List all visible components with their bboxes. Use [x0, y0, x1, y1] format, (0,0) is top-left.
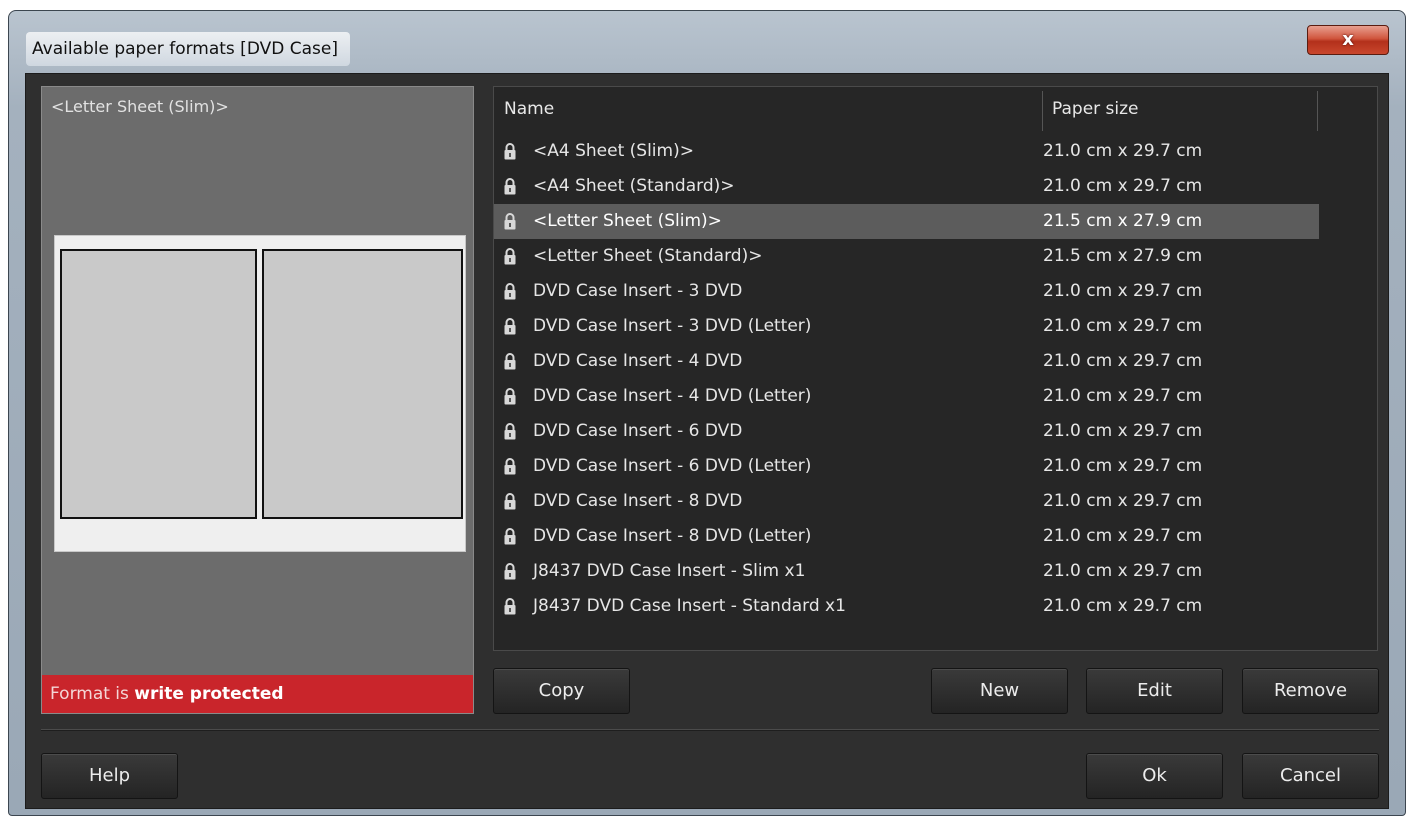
row-paper-size: 21.0 cm x 29.7 cm: [1043, 176, 1203, 196]
list-item[interactable]: <Letter Sheet (Standard)> 21.5 cm x 27.9 …: [494, 239, 1319, 274]
list-item[interactable]: J8437 DVD Case Insert - Slim x1 21.0 cm x…: [494, 554, 1319, 589]
list-header: Name Paper size: [494, 87, 1377, 131]
row-name: DVD Case Insert - 8 DVD (Letter): [533, 526, 812, 546]
list-item[interactable]: DVD Case Insert - 4 DVD (Letter) 21.0 cm …: [494, 379, 1319, 414]
row-name: J8437 DVD Case Insert - Slim x1: [533, 561, 806, 581]
column-header-name[interactable]: Name: [504, 99, 554, 119]
list-item[interactable]: <A4 Sheet (Standard)> 21.0 cm x 29.7 cm: [494, 169, 1319, 204]
paper-preview: [54, 235, 466, 552]
close-icon: x: [1342, 29, 1354, 50]
row-paper-size: 21.0 cm x 29.7 cm: [1043, 281, 1203, 301]
lock-icon: [504, 423, 516, 440]
write-protected-label: write protected: [134, 684, 284, 704]
lock-icon: [504, 598, 516, 615]
format-preview-panel: <Letter Sheet (Slim)> Format is write pr…: [41, 86, 474, 714]
window-title: Available paper formats [DVD Case]: [26, 32, 350, 66]
lock-icon: [504, 528, 516, 545]
row-paper-size: 21.5 cm x 27.9 cm: [1043, 246, 1203, 266]
lock-icon: [504, 143, 516, 160]
list-item[interactable]: DVD Case Insert - 4 DVD 21.0 cm x 29.7 cm: [494, 344, 1319, 379]
lock-icon: [504, 283, 516, 300]
insert-panel-right: [262, 249, 463, 519]
list-item[interactable]: <Letter Sheet (Slim)> 21.5 cm x 27.9 cm: [494, 204, 1319, 239]
edit-button[interactable]: Edit: [1086, 668, 1223, 714]
cancel-button[interactable]: Cancel: [1242, 753, 1379, 799]
row-name: DVD Case Insert - 4 DVD: [533, 351, 743, 371]
row-paper-size: 21.0 cm x 29.7 cm: [1043, 316, 1203, 336]
list-item[interactable]: DVD Case Insert - 8 DVD 21.0 cm x 29.7 cm: [494, 484, 1319, 519]
row-paper-size: 21.0 cm x 29.7 cm: [1043, 596, 1203, 616]
row-name: DVD Case Insert - 3 DVD: [533, 281, 743, 301]
row-paper-size: 21.0 cm x 29.7 cm: [1043, 456, 1203, 476]
lock-icon: [504, 493, 516, 510]
row-name: DVD Case Insert - 8 DVD: [533, 491, 743, 511]
row-name: DVD Case Insert - 6 DVD (Letter): [533, 456, 812, 476]
list-item[interactable]: DVD Case Insert - 8 DVD (Letter) 21.0 cm …: [494, 519, 1319, 554]
write-protected-notice: Format is write protected: [42, 675, 473, 713]
list-item[interactable]: DVD Case Insert - 3 DVD (Letter) 21.0 cm …: [494, 309, 1319, 344]
lock-icon: [504, 318, 516, 335]
lock-icon: [504, 248, 516, 265]
row-name: J8437 DVD Case Insert - Standard x1: [533, 596, 846, 616]
insert-panel-left: [60, 249, 257, 519]
row-paper-size: 21.0 cm x 29.7 cm: [1043, 561, 1203, 581]
column-divider[interactable]: [1042, 91, 1043, 131]
ok-button[interactable]: Ok: [1086, 753, 1223, 799]
preview-title: <Letter Sheet (Slim)>: [51, 97, 229, 116]
list-item[interactable]: J8437 DVD Case Insert - Standard x1 21.0 …: [494, 589, 1319, 624]
row-name: <A4 Sheet (Slim)>: [533, 141, 694, 161]
row-name: DVD Case Insert - 4 DVD (Letter): [533, 386, 812, 406]
row-paper-size: 21.0 cm x 29.7 cm: [1043, 491, 1203, 511]
help-button[interactable]: Help: [41, 753, 178, 799]
row-name: DVD Case Insert - 6 DVD: [533, 421, 743, 441]
list-item[interactable]: DVD Case Insert - 6 DVD 21.0 cm x 29.7 cm: [494, 414, 1319, 449]
row-name: <Letter Sheet (Standard)>: [533, 246, 763, 266]
list-item[interactable]: <A4 Sheet (Slim)> 21.0 cm x 29.7 cm: [494, 134, 1319, 169]
list-item[interactable]: DVD Case Insert - 3 DVD 21.0 cm x 29.7 cm: [494, 274, 1319, 309]
dialog-client-area: <Letter Sheet (Slim)> Format is write pr…: [25, 73, 1389, 809]
lock-icon: [504, 213, 516, 230]
row-name: <Letter Sheet (Slim)>: [533, 211, 722, 231]
copy-button[interactable]: Copy: [493, 668, 630, 714]
close-button[interactable]: x: [1307, 25, 1389, 55]
row-paper-size: 21.0 cm x 29.7 cm: [1043, 421, 1203, 441]
list-rows: <A4 Sheet (Slim)> 21.0 cm x 29.7 cm <A4 Sh…: [494, 134, 1319, 624]
row-paper-size: 21.0 cm x 29.7 cm: [1043, 141, 1203, 161]
row-paper-size: 21.0 cm x 29.7 cm: [1043, 351, 1203, 371]
lock-icon: [504, 563, 516, 580]
row-name: DVD Case Insert - 3 DVD (Letter): [533, 316, 812, 336]
write-protected-prefix: Format is: [50, 684, 135, 704]
row-paper-size: 21.0 cm x 29.7 cm: [1043, 386, 1203, 406]
separator: [41, 729, 1379, 731]
list-item[interactable]: DVD Case Insert - 6 DVD (Letter) 21.0 cm …: [494, 449, 1319, 484]
lock-icon: [504, 353, 516, 370]
row-name: <A4 Sheet (Standard)>: [533, 176, 735, 196]
lock-icon: [504, 458, 516, 475]
paper-format-list[interactable]: Name Paper size <A4 Sheet (Slim)> 21.0 cm…: [493, 86, 1378, 651]
dialog-window: Available paper formats [DVD Case] x <Le…: [8, 10, 1406, 816]
lock-icon: [504, 178, 516, 195]
lock-icon: [504, 388, 516, 405]
column-divider[interactable]: [1317, 91, 1318, 131]
new-button[interactable]: New: [931, 668, 1068, 714]
row-paper-size: 21.5 cm x 27.9 cm: [1043, 211, 1203, 231]
remove-button[interactable]: Remove: [1242, 668, 1379, 714]
column-header-paper-size[interactable]: Paper size: [1052, 99, 1139, 119]
row-paper-size: 21.0 cm x 29.7 cm: [1043, 526, 1203, 546]
